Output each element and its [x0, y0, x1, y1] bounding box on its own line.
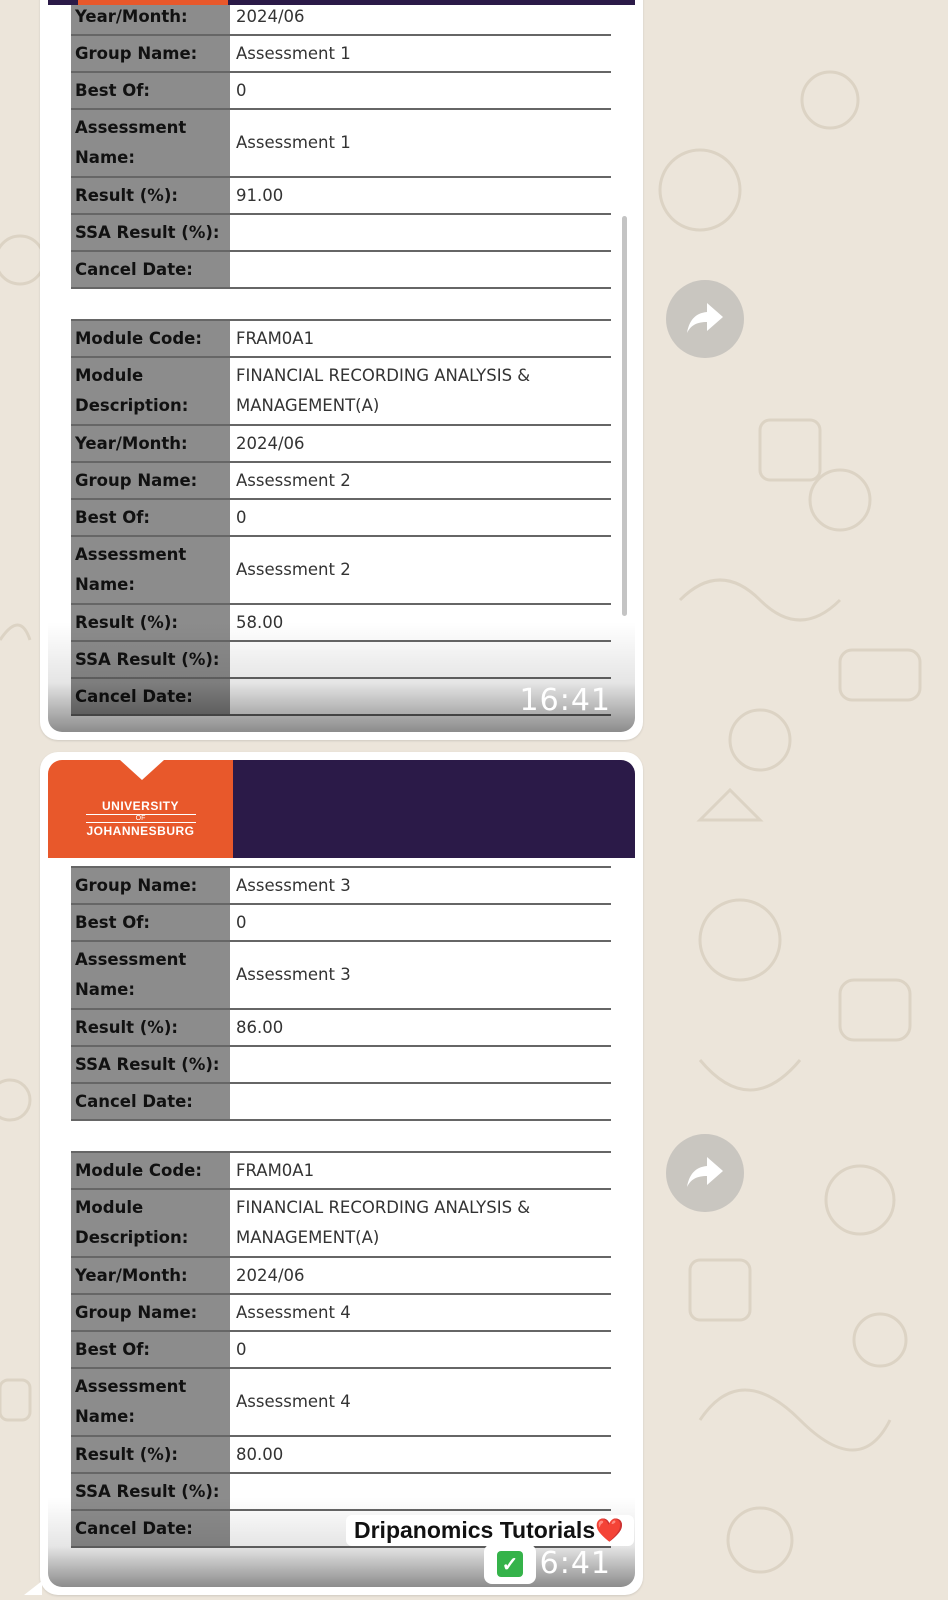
result-value: 86.00: [230, 1009, 611, 1047]
module-description-label: Module Description:: [71, 357, 230, 426]
header-band: [233, 760, 635, 858]
check-mark-badge: ✓: [484, 1544, 536, 1584]
assessment-name-value: Assessment 3: [230, 941, 611, 1010]
ssa-result-label: SSA Result (%):: [71, 1046, 230, 1084]
cancel-date-value: [230, 251, 611, 289]
ssa-result-value: [230, 1046, 611, 1084]
group-name-value: Assessment 1: [230, 35, 611, 73]
uj-header-strip: [48, 0, 635, 5]
module-code-value: FRAM0A1: [230, 1151, 611, 1190]
scrollbar: [622, 216, 627, 616]
forward-button[interactable]: [666, 1134, 744, 1212]
group-name-value: Assessment 3: [230, 866, 611, 905]
best-of-value: 0: [230, 1331, 611, 1369]
assessment-name-label: Assessment Name:: [71, 941, 230, 1010]
cancel-date-label: Cancel Date:: [71, 678, 230, 716]
assessment-record-3: Group Name: Assessment 3 Best Of: 0 Assess…: [71, 866, 611, 1121]
ssa-result-label: SSA Result (%):: [71, 214, 230, 252]
crest-icon: [120, 760, 164, 780]
assessment-name-value: Assessment 4: [230, 1368, 611, 1437]
ssa-result-value: [230, 1473, 611, 1511]
best-of-value: 0: [230, 72, 611, 110]
heart-icon: ❤️: [595, 1517, 624, 1543]
message-bubble-1[interactable]: Year/Month: 2024/06 Group Name: Assessment…: [40, 0, 643, 740]
result-value: 91.00: [230, 177, 611, 215]
module-description-value: FINANCIAL RECORDING ANALYSIS & MANAGEMEN…: [230, 1189, 611, 1258]
assessment-name-label: Assessment Name:: [71, 1368, 230, 1437]
assessment-record-2: Module Code: FRAM0A1 Module Description: F…: [71, 319, 611, 716]
image-attachment-1[interactable]: Year/Month: 2024/06 Group Name: Assessment…: [48, 0, 635, 732]
module-code-label: Module Code:: [71, 319, 230, 358]
caption-text: Dripanomics Tutorials: [354, 1517, 596, 1543]
module-description-label: Module Description:: [71, 1189, 230, 1258]
year-month-label: Year/Month:: [71, 0, 230, 36]
assessment-name-value: Assessment 2: [230, 536, 611, 605]
ssa-result-label: SSA Result (%):: [71, 641, 230, 679]
cancel-date-label: Cancel Date:: [71, 251, 230, 289]
result-label: Result (%):: [71, 1436, 230, 1474]
result-label: Result (%):: [71, 604, 230, 642]
group-name-value: Assessment 2: [230, 462, 611, 500]
assessment-record-1: Year/Month: 2024/06 Group Name: Assessment…: [71, 0, 611, 289]
check-mark-icon: ✓: [497, 1551, 523, 1577]
group-name-label: Group Name:: [71, 35, 230, 73]
group-name-value: Assessment 4: [230, 1294, 611, 1332]
ssa-result-value: [230, 641, 611, 679]
result-label: Result (%):: [71, 1009, 230, 1047]
year-month-label: Year/Month:: [71, 425, 230, 463]
best-of-label: Best Of:: [71, 72, 230, 110]
share-forward-icon: [687, 1157, 723, 1187]
cancel-date-label: Cancel Date:: [71, 1083, 230, 1121]
best-of-label: Best Of:: [71, 904, 230, 942]
watermark-caption: Dripanomics Tutorials❤️: [346, 1515, 634, 1546]
result-label: Result (%):: [71, 177, 230, 215]
ssa-result-value: [230, 214, 611, 252]
module-description-value: FINANCIAL RECORDING ANALYSIS & MANAGEMEN…: [230, 357, 611, 426]
logo-line-2: OF: [85, 813, 196, 823]
year-month-value: 2024/06: [230, 0, 611, 36]
message-bubble-2[interactable]: UNIVERSITY OF JOHANNESBURG Group Name: As…: [24, 752, 643, 1595]
assessment-name-label: Assessment Name:: [71, 109, 230, 178]
result-value: 58.00: [230, 604, 611, 642]
group-name-label: Group Name:: [71, 866, 230, 905]
cancel-date-value: [230, 1083, 611, 1121]
share-forward-icon: [687, 303, 723, 333]
assessment-record-4: Module Code: FRAM0A1 Module Description: F…: [71, 1151, 611, 1548]
logo-line-3: JOHANNESBURG: [86, 823, 195, 838]
module-code-label: Module Code:: [71, 1151, 230, 1190]
forward-button[interactable]: [666, 280, 744, 358]
logo-line-1: UNIVERSITY: [101, 798, 179, 813]
best-of-label: Best Of:: [71, 1331, 230, 1369]
uj-header: UNIVERSITY OF JOHANNESBURG: [48, 760, 635, 858]
ssa-result-label: SSA Result (%):: [71, 1473, 230, 1511]
group-name-label: Group Name:: [71, 1294, 230, 1332]
assessment-name-value: Assessment 1: [230, 109, 611, 178]
best-of-value: 0: [230, 904, 611, 942]
assessment-name-label: Assessment Name:: [71, 536, 230, 605]
image-attachment-2[interactable]: UNIVERSITY OF JOHANNESBURG Group Name: As…: [48, 760, 635, 1587]
message-timestamp: 16:41: [519, 683, 611, 718]
group-name-label: Group Name:: [71, 462, 230, 500]
university-logo: UNIVERSITY OF JOHANNESBURG: [48, 760, 233, 858]
year-month-value: 2024/06: [230, 1257, 611, 1295]
year-month-value: 2024/06: [230, 425, 611, 463]
best-of-value: 0: [230, 499, 611, 537]
result-value: 80.00: [230, 1436, 611, 1474]
cancel-date-label: Cancel Date:: [71, 1510, 230, 1548]
module-code-value: FRAM0A1: [230, 319, 611, 358]
best-of-label: Best Of:: [71, 499, 230, 537]
year-month-label: Year/Month:: [71, 1257, 230, 1295]
